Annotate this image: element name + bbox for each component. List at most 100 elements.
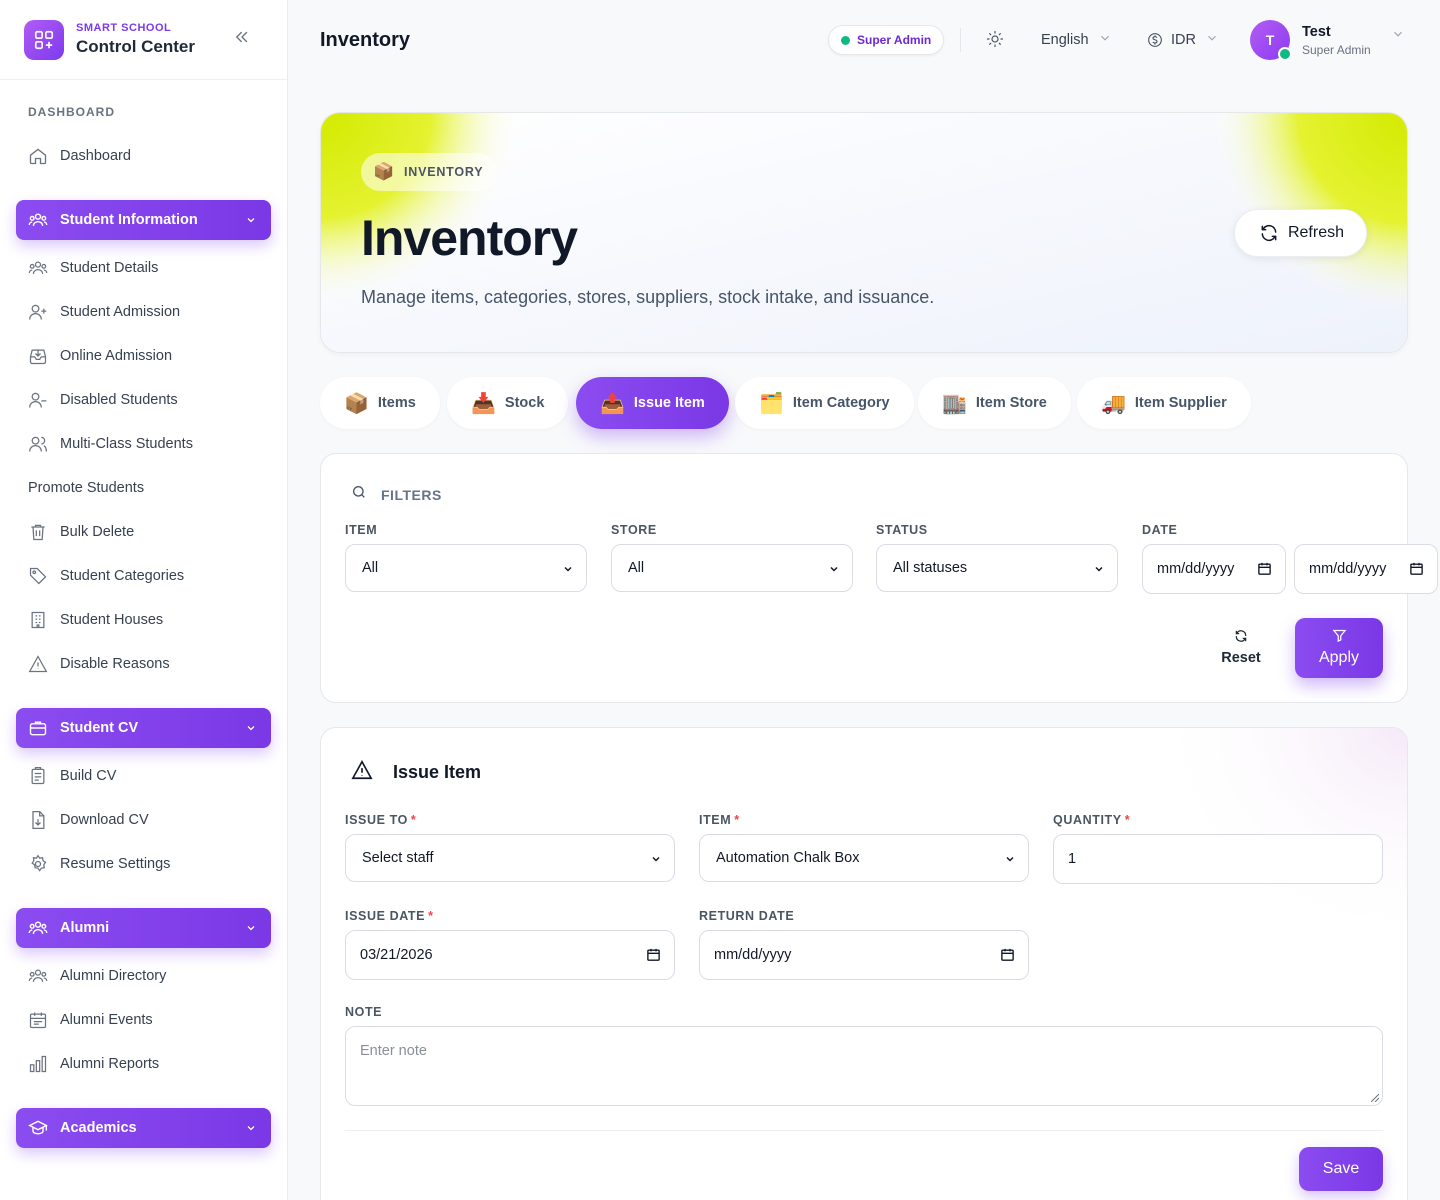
- sidebar-item-multi-class-students[interactable]: Multi-Class Students: [16, 424, 272, 464]
- tab-label: Item Store: [975, 395, 1047, 411]
- sidebar-item-label: Student Admission: [60, 304, 181, 320]
- home-icon: [28, 146, 48, 166]
- hero-title: Inventory: [361, 210, 578, 266]
- sidebar-group-label: Student Information: [60, 212, 198, 228]
- hero-pill-label: INVENTORY: [403, 165, 484, 179]
- currency-select[interactable]: IDR: [1147, 31, 1219, 49]
- filter-item-value: All: [362, 560, 379, 576]
- tab-items[interactable]: 📦 Items: [320, 377, 440, 429]
- sun-icon[interactable]: [986, 30, 1006, 50]
- calendar-icon[interactable]: [646, 947, 661, 966]
- tab-item-store[interactable]: 🏬 Item Store: [918, 377, 1071, 429]
- user-name: Test: [1302, 23, 1331, 40]
- users-icon: [28, 210, 48, 230]
- sidebar-item-online-admission[interactable]: Online Admission: [16, 336, 272, 376]
- inbox-download-icon: [28, 346, 48, 366]
- issue-date-input[interactable]: 03/21/2026: [345, 930, 675, 980]
- tab-label: Stock: [504, 395, 545, 411]
- sidebar-group-academics[interactable]: Academics: [16, 1108, 271, 1148]
- sidebar-item-alumni-reports[interactable]: Alumni Reports: [16, 1044, 272, 1084]
- sidebar-item-alumni-events[interactable]: Alumni Events: [16, 1000, 272, 1040]
- apply-label: Apply: [1318, 649, 1360, 666]
- note-placeholder: Enter note: [360, 1043, 427, 1059]
- return-date-value: mm/dd/yyyy: [714, 947, 792, 963]
- sidebar-item-label: Student Houses: [60, 612, 164, 628]
- filter-status-label: STATUS: [876, 523, 928, 537]
- tab-item-supplier[interactable]: 🚚 Item Supplier: [1077, 377, 1251, 429]
- sidebar-item-label: Alumni Reports: [60, 1056, 160, 1072]
- calendar-icon[interactable]: [1000, 947, 1015, 966]
- filter-store-label: STORE: [611, 523, 657, 537]
- sidebar-item-promote-students[interactable]: Promote Students: [16, 468, 272, 508]
- search-icon: [351, 484, 367, 505]
- sidebar-group-student-cv[interactable]: Student CV: [16, 708, 271, 748]
- quantity-label: QUANTITY *: [1053, 813, 1130, 827]
- sidebar-item-bulk-delete[interactable]: Bulk Delete: [16, 512, 272, 552]
- reset-button[interactable]: Reset: [1221, 629, 1261, 666]
- tag-icon: [28, 566, 48, 586]
- sidebar-item-student-admission[interactable]: Student Admission: [16, 292, 272, 332]
- sidebar-group-alumni[interactable]: Alumni: [16, 908, 271, 948]
- issue-date-label-text: ISSUE DATE: [345, 909, 426, 923]
- sidebar-item-resume-settings[interactable]: Resume Settings: [16, 844, 272, 884]
- sidebar-item-dashboard[interactable]: Dashboard: [16, 136, 272, 176]
- sidebar-item-label: Disable Reasons: [60, 656, 170, 672]
- refresh-button[interactable]: Refresh: [1233, 209, 1367, 257]
- filter-date-to-input[interactable]: mm/dd/yyyy: [1294, 544, 1438, 594]
- filter-status-value: All statuses: [893, 560, 968, 576]
- filter-item-label: ITEM: [345, 523, 378, 537]
- issue-item-title: Issue Item: [393, 762, 482, 782]
- brand-title: Control Center: [76, 37, 195, 56]
- sidebar-item-label: Download CV: [60, 812, 149, 828]
- tab-label: Item Supplier: [1134, 395, 1227, 411]
- sidebar-item-student-houses[interactable]: Student Houses: [16, 600, 272, 640]
- filter-status-select[interactable]: All statuses: [876, 544, 1118, 592]
- filter-date-from-input[interactable]: mm/dd/yyyy: [1142, 544, 1286, 594]
- role-badge: Super Admin: [828, 25, 945, 55]
- online-status-dot: [1278, 47, 1292, 61]
- sidebar-group-student-information[interactable]: Student Information: [16, 200, 271, 240]
- sidebar-item-label: Bulk Delete: [60, 524, 135, 540]
- sidebar-item-disable-reasons[interactable]: Disable Reasons: [16, 644, 272, 684]
- warning-icon: [351, 759, 373, 786]
- return-date-input[interactable]: mm/dd/yyyy: [699, 930, 1029, 980]
- tab-issue-item[interactable]: 📤 Issue Item: [576, 377, 729, 429]
- collapse-sidebar-icon[interactable]: [233, 28, 257, 52]
- filter-store-select[interactable]: All: [611, 544, 853, 592]
- refresh-icon: [1259, 223, 1279, 243]
- sidebar-item-student-categories[interactable]: Student Categories: [16, 556, 272, 596]
- filter-item-select[interactable]: All: [345, 544, 587, 592]
- note-textarea[interactable]: Enter note: [345, 1026, 1383, 1106]
- chevron-down-icon: [245, 214, 257, 230]
- inbox-tray-icon: 📥: [471, 392, 496, 415]
- save-button[interactable]: Save: [1299, 1147, 1383, 1191]
- issue-item-card: Issue Item ISSUE TO * Select staff ITEM * …: [320, 727, 1408, 1200]
- calendar-icon[interactable]: [1409, 561, 1424, 580]
- return-date-label: RETURN DATE: [699, 909, 795, 923]
- language-select[interactable]: English: [1041, 31, 1112, 49]
- user-menu[interactable]: T Test Super Admin: [1250, 20, 1405, 61]
- sidebar-item-alumni-directory[interactable]: Alumni Directory: [16, 956, 272, 996]
- sidebar-item-label: Alumni Directory: [60, 968, 167, 984]
- file-download-icon: [28, 810, 48, 830]
- tab-label: Issue Item: [633, 395, 705, 411]
- page-title: Inventory: [320, 29, 411, 51]
- apply-button[interactable]: Apply: [1295, 618, 1383, 678]
- tab-item-category[interactable]: 🗂️ Item Category: [735, 377, 914, 429]
- issue-to-select[interactable]: Select staff: [345, 834, 675, 882]
- required-mark: *: [428, 909, 434, 923]
- sidebar-item-build-cv[interactable]: Build CV: [16, 756, 272, 796]
- chevron-down-icon: [245, 1122, 257, 1138]
- sidebar-item-student-details[interactable]: Student Details: [16, 248, 272, 288]
- resize-handle-icon[interactable]: [1371, 1094, 1379, 1102]
- tab-stock[interactable]: 📥 Stock: [447, 377, 569, 429]
- calendar-icon[interactable]: [1257, 561, 1272, 580]
- sidebar-item-disabled-students[interactable]: Disabled Students: [16, 380, 272, 420]
- sidebar-item-download-cv[interactable]: Download CV: [16, 800, 272, 840]
- quantity-input[interactable]: 1: [1053, 834, 1383, 884]
- issue-to-label: ISSUE TO *: [345, 813, 416, 827]
- item-select[interactable]: Automation Chalk Box: [699, 834, 1029, 882]
- required-mark: *: [410, 813, 417, 827]
- role-badge-label: Super Admin: [857, 33, 932, 47]
- chevron-down-icon: [1391, 27, 1405, 46]
